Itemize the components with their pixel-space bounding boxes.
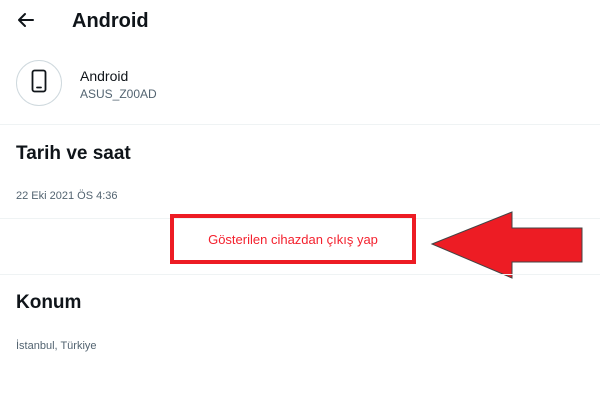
device-info: Android ASUS_Z00AD: [0, 48, 600, 125]
annotation-arrow-icon: [430, 211, 583, 279]
smartphone-icon: [31, 69, 47, 98]
page-header: Android: [0, 0, 600, 44]
back-button[interactable]: [13, 9, 39, 35]
device-model: ASUS_Z00AD: [80, 87, 157, 101]
arrow-left-icon: [17, 12, 35, 33]
logout-device-button[interactable]: Gösterilen cihazdan çıkış yap: [208, 232, 378, 247]
logout-highlight-box: Gösterilen cihazdan çıkış yap: [170, 214, 416, 264]
location-title: Konum: [16, 292, 82, 313]
datetime-title: Tarih ve saat: [16, 143, 131, 164]
device-avatar: [16, 60, 62, 106]
location-value: İstanbul, Türkiye: [16, 340, 97, 352]
device-name: Android: [80, 68, 129, 84]
page-title: Android: [72, 10, 149, 32]
datetime-value: 22 Eki 2021 ÖS 4:36: [16, 190, 118, 202]
divider: [0, 274, 600, 275]
